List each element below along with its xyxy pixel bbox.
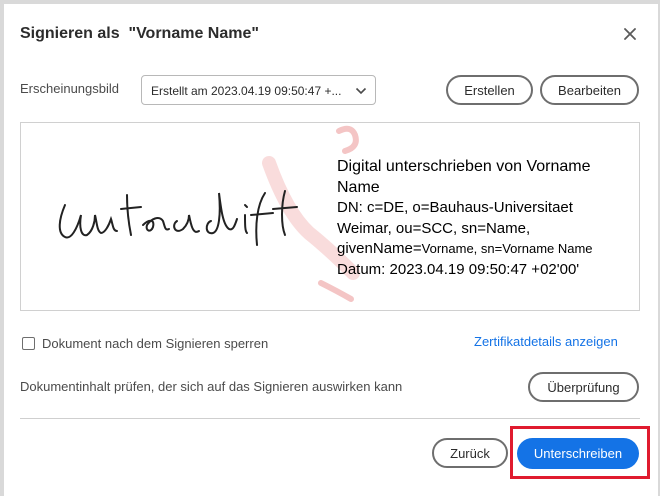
appearance-label: Erscheinungsbild (20, 81, 120, 96)
checkbox-icon[interactable] (22, 337, 35, 350)
sign-button[interactable]: Unterschreiben (517, 438, 639, 469)
signature-line-name: Name (337, 178, 380, 196)
window-frame-left (0, 0, 4, 496)
create-button[interactable]: Erstellen (446, 75, 533, 105)
close-icon[interactable] (620, 24, 640, 44)
givenname-value: Vorname, sn=Vorname Name (421, 241, 593, 256)
lock-document-option[interactable]: Dokument nach dem Signieren sperren (22, 336, 268, 351)
signature-line-org: Weimar, ou=SCC, sn=Name, (337, 219, 531, 237)
handwritten-signature (58, 190, 298, 246)
review-button[interactable]: Überprüfung (528, 372, 639, 402)
signature-line-givenname: givenName=Vorname, sn=Vorname Name (337, 239, 637, 260)
lock-document-label: Dokument nach dem Signieren sperren (42, 336, 269, 351)
signature-line-signed-by: Digital unterschrieben von Vorname (337, 158, 591, 175)
window-frame-top (0, 0, 660, 4)
dialog-title: Signieren als "Vorname Name" (20, 25, 259, 42)
check-content-text: Dokumentinhalt prüfen, der sich auf das … (20, 379, 403, 394)
edit-button[interactable]: Bearbeiten (540, 75, 639, 105)
signature-details: Digital unterschrieben von Vorname Name … (337, 157, 637, 280)
signature-line-date: Datum: 2023.04.19 09:50:47 +02'00' (337, 260, 580, 278)
footer-divider (20, 418, 640, 419)
signature-preview: Digital unterschrieben von Vorname Name … (20, 122, 640, 311)
back-button[interactable]: Zurück (432, 438, 508, 468)
appearance-select-value: Erstellt am 2023.04.19 09:50:47 +... (151, 84, 342, 98)
givenname-key: givenName= (337, 240, 422, 257)
appearance-select[interactable]: Erstellt am 2023.04.19 09:50:47 +... (141, 75, 376, 105)
signature-line-dn: DN: c=DE, o=Bauhaus-Universitaet (337, 199, 573, 216)
certificate-details-link[interactable]: Zertifikatdetails anzeigen (474, 334, 618, 349)
chevron-down-icon (355, 87, 367, 95)
